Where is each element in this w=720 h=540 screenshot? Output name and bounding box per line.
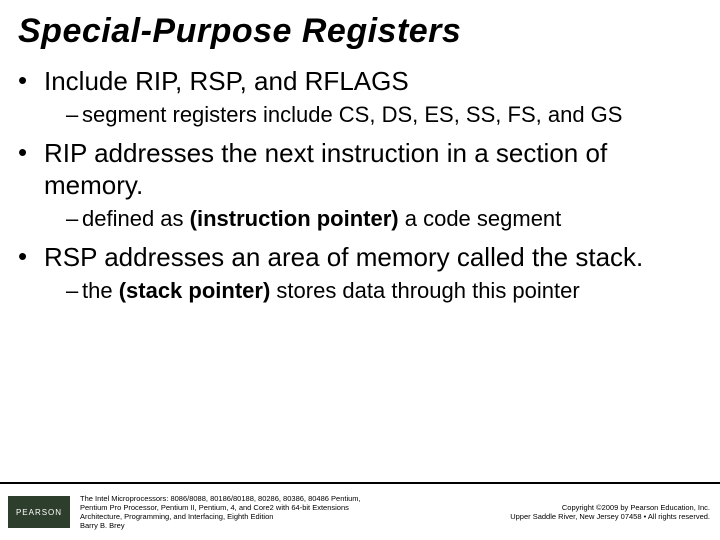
publisher-logo: PEARSON (8, 496, 70, 528)
copyright-line: Upper Saddle River, New Jersey 07458 • A… (450, 512, 710, 521)
list-item: • Include RIP, RSP, and RFLAGS – segment… (18, 65, 702, 129)
dash-icon: – (66, 101, 82, 129)
bold-term: (stack pointer) (119, 278, 271, 303)
sub-bullet-text: defined as (instruction pointer) a code … (82, 205, 561, 233)
dash-icon: – (66, 277, 82, 305)
book-citation: The Intel Microprocessors: 8086/8088, 80… (80, 494, 450, 530)
text-fragment: stores data through this pointer (270, 278, 579, 303)
bold-term: (instruction pointer) (190, 206, 399, 231)
list-item: • RIP addresses the next instruction in … (18, 137, 702, 233)
slide: Special-Purpose Registers • Include RIP,… (0, 0, 720, 540)
text-fragment: a code segment (399, 206, 562, 231)
slide-title: Special-Purpose Registers (18, 12, 702, 51)
copyright-notice: Copyright ©2009 by Pearson Education, In… (450, 503, 710, 521)
bullet-text: RSP addresses an area of memory called t… (44, 241, 643, 273)
text-fragment: the (82, 278, 119, 303)
bullet-list: • Include RIP, RSP, and RFLAGS – segment… (18, 65, 702, 305)
bullet-text: RIP addresses the next instruction in a … (44, 137, 702, 201)
citation-line: Pentium Pro Processor, Pentium II, Penti… (80, 503, 450, 512)
bullet-text: Include RIP, RSP, and RFLAGS (44, 65, 409, 97)
copyright-line: Copyright ©2009 by Pearson Education, In… (450, 503, 710, 512)
bullet-icon: • (18, 65, 44, 95)
citation-line: Architecture, Programming, and Interfaci… (80, 512, 450, 521)
citation-line: The Intel Microprocessors: 8086/8088, 80… (80, 494, 450, 503)
bullet-icon: • (18, 137, 44, 167)
bullet-icon: • (18, 241, 44, 271)
footer: PEARSON The Intel Microprocessors: 8086/… (0, 482, 720, 540)
dash-icon: – (66, 205, 82, 233)
list-item: • RSP addresses an area of memory called… (18, 241, 702, 305)
text-fragment: defined as (82, 206, 190, 231)
sub-bullet-text: segment registers include CS, DS, ES, SS… (82, 101, 622, 129)
sub-bullet-text: the (stack pointer) stores data through … (82, 277, 580, 305)
citation-line: Barry B. Brey (80, 521, 450, 530)
